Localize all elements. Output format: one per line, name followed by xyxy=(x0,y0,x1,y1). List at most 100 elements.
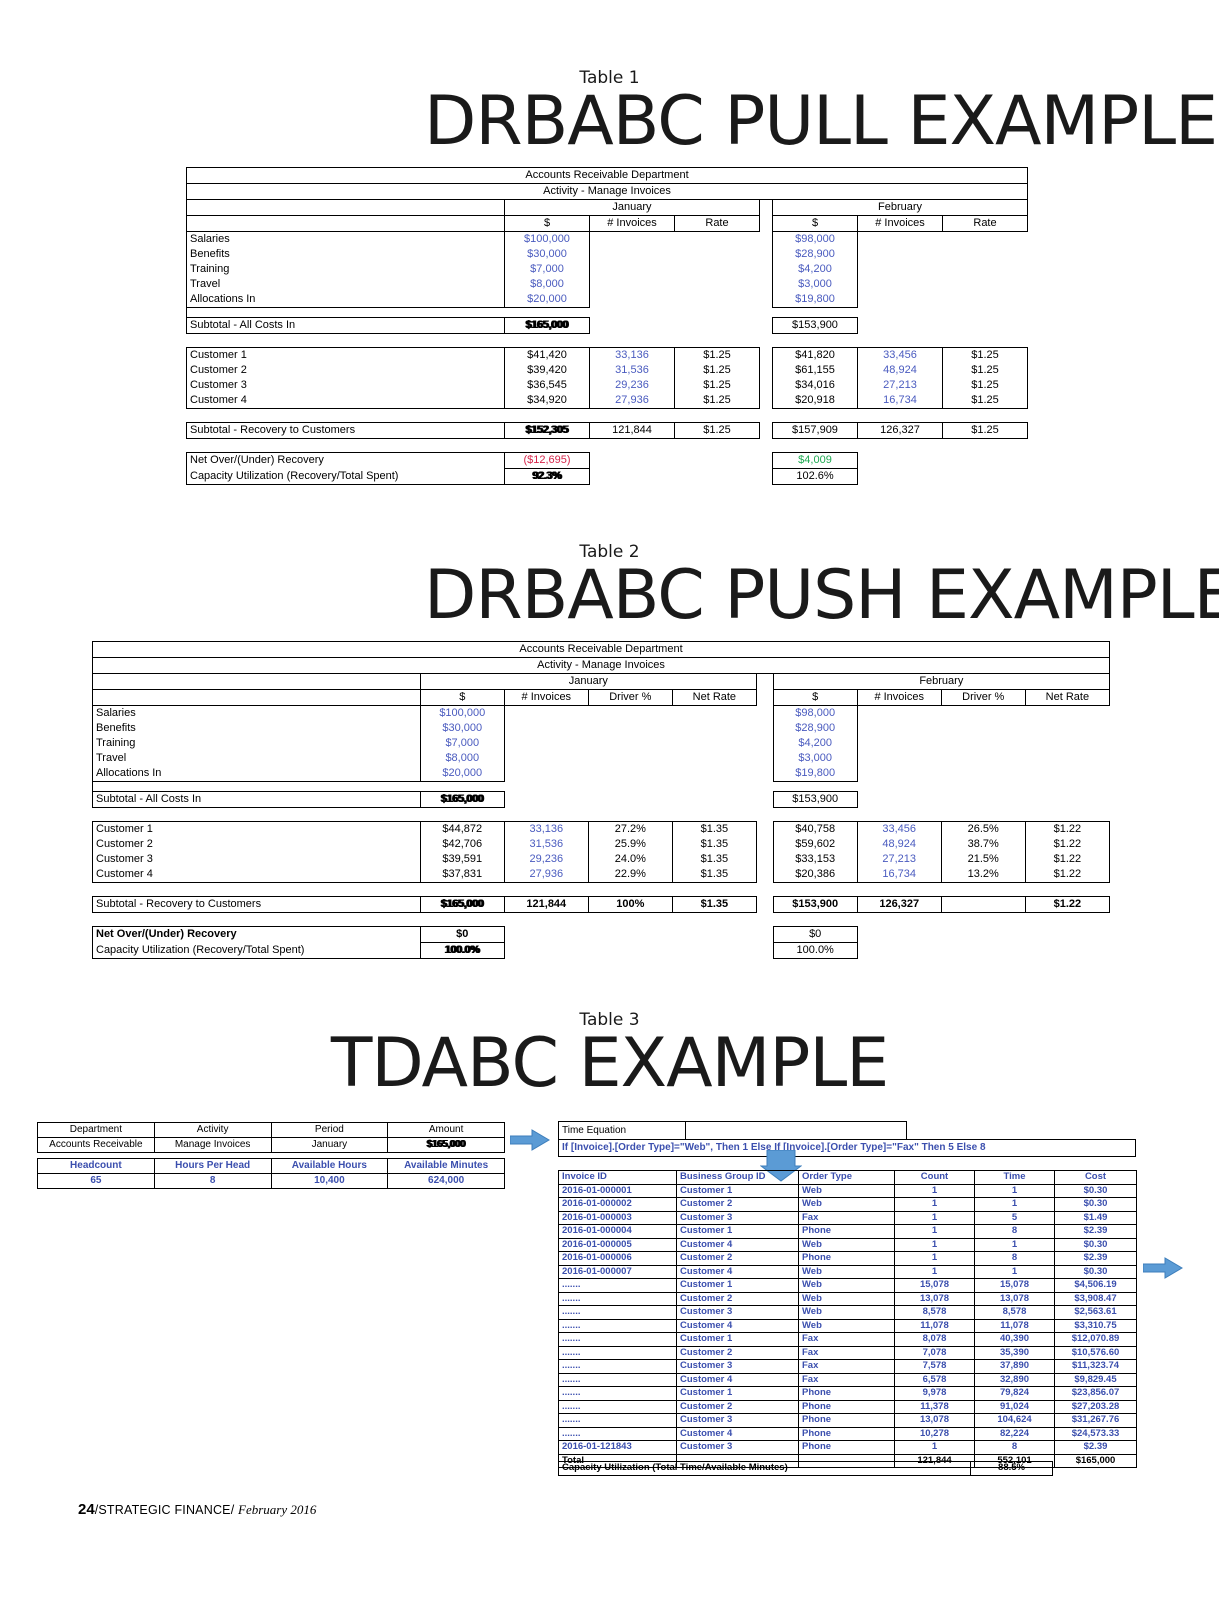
detail-cell: 11,378 xyxy=(894,1399,975,1414)
customer-row-label: Customer 1 xyxy=(92,821,421,837)
detail-cell: Fax xyxy=(798,1210,895,1225)
empty-cell xyxy=(858,232,943,248)
detail-cell: ....... xyxy=(558,1372,677,1387)
detail-cell: Customer 3 xyxy=(676,1305,799,1320)
table-row: January February xyxy=(186,199,1028,216)
gap-cell xyxy=(760,393,773,409)
detail-cell: 5 xyxy=(974,1210,1055,1225)
cust-jan-rate: $1.35 xyxy=(672,821,757,837)
gap-cell xyxy=(756,751,773,766)
detail-cell: 32,890 xyxy=(974,1372,1055,1387)
detail-cell: $27,203.28 xyxy=(1054,1399,1137,1414)
cost-row-label: Allocations In xyxy=(186,292,505,308)
empty-cell xyxy=(588,736,672,751)
cost-row-label: Salaries xyxy=(186,231,505,247)
empty-cell xyxy=(588,943,672,959)
detail-cell: ....... xyxy=(558,1386,677,1401)
table-row: ....... Customer 3 Fax 7,578 37,890 $11,323.7… xyxy=(558,1359,1137,1374)
spacer-cell xyxy=(504,782,588,792)
table-row: Activity - Manage Invoices xyxy=(186,183,1028,200)
detail-cell: Customer 1 xyxy=(676,1332,799,1347)
detail-cell: 1 xyxy=(974,1183,1055,1198)
subtotal-costs-jan: $165,000 xyxy=(419,791,505,808)
colhead-feb-0: $ xyxy=(772,215,858,232)
empty-cell xyxy=(675,292,760,308)
detail-cell: Phone xyxy=(798,1399,895,1414)
cost-feb-dollar: $98,000 xyxy=(772,705,858,721)
gap-cell xyxy=(760,423,773,439)
spacer-cell xyxy=(857,808,941,822)
detail-cell: 1 xyxy=(894,1264,975,1279)
cust-jan-dollar: $39,591 xyxy=(419,852,505,867)
empty-cell xyxy=(588,927,672,943)
spacer-cell xyxy=(943,308,1028,318)
detail-cell: $0.30 xyxy=(1054,1197,1137,1212)
subtotal-recovery-feb-dollar: $157,909 xyxy=(772,422,858,439)
detail-cell: Customer 4 xyxy=(676,1426,799,1441)
table3-title: TDABC EXAMPLE xyxy=(330,1024,889,1103)
detail-cell: $10,576.60 xyxy=(1054,1345,1137,1360)
empty-cell xyxy=(943,469,1028,485)
time-equation-blank-cell xyxy=(686,1121,907,1139)
spacer-cell xyxy=(857,883,941,897)
cust-jan-rate: $1.35 xyxy=(672,852,757,867)
spacer-cell xyxy=(858,308,943,318)
cust-feb-invoices: 48,924 xyxy=(857,837,942,852)
spacer-cell xyxy=(505,334,590,348)
empty-cell xyxy=(675,453,760,469)
cust-feb-invoices: 48,924 xyxy=(857,363,943,378)
spacer-cell xyxy=(672,808,756,822)
detail-cell: 15,078 xyxy=(974,1278,1055,1293)
empty-cell xyxy=(672,751,756,766)
detail-cell: $12,070.89 xyxy=(1054,1332,1137,1347)
detail-cell: 2016-01-000006 xyxy=(558,1251,677,1266)
spacer-cell xyxy=(187,409,505,423)
gap-cell xyxy=(760,318,773,334)
empty-cell xyxy=(1025,706,1109,722)
subtotal-recovery-feb-driver xyxy=(940,896,1026,913)
capacity-util-value: 88.5% xyxy=(970,1461,1053,1476)
cost-feb-dollar: $19,800 xyxy=(772,292,858,308)
empty-cell xyxy=(857,736,941,751)
empty-cell xyxy=(857,943,941,959)
detail-cell: $0.30 xyxy=(1054,1183,1137,1198)
table3-department-table: Department Activity Period Amount Accounts R… xyxy=(37,1122,505,1153)
empty-cell xyxy=(590,318,675,334)
net-recovery-feb: $0 xyxy=(772,926,858,943)
time-equation-label: Time Equation xyxy=(558,1121,686,1139)
detail-cell: $2,563.61 xyxy=(1054,1305,1137,1320)
detail-cell: Customer 2 xyxy=(676,1291,799,1306)
spacer-cell xyxy=(773,439,858,453)
detail-cell: ....... xyxy=(558,1413,677,1428)
gap-cell xyxy=(756,943,773,959)
spacer-cell xyxy=(941,883,1025,897)
table-row: $ # Invoices Rate $ # Invoices Rate xyxy=(186,215,1028,232)
empty-cell xyxy=(672,706,756,722)
cust-feb-driver: 21.5% xyxy=(941,852,1026,867)
cust-jan-invoices: 31,536 xyxy=(589,363,675,378)
table-row: Subtotal - All Costs In $165,000 $153,900 xyxy=(186,317,1028,334)
spacer-cell xyxy=(1025,808,1109,822)
spacer-cell xyxy=(504,883,588,897)
cust-jan-dollar: $34,920 xyxy=(504,393,590,409)
cost-row-label: Training xyxy=(186,262,505,277)
detail-cell: 1 xyxy=(974,1197,1055,1212)
cust-jan-rate: $1.25 xyxy=(674,363,760,378)
cust-jan-rate: $1.35 xyxy=(672,837,757,852)
net-recovery-feb: $4,009 xyxy=(772,452,858,469)
gap-cell xyxy=(760,277,773,292)
detail-cell: $11,323.74 xyxy=(1054,1359,1137,1374)
cust-jan-invoices: 27,936 xyxy=(504,867,589,883)
table-row: 65 8 10,400 624,000 xyxy=(37,1173,505,1189)
spacer-cell xyxy=(943,334,1028,348)
gap-cell xyxy=(756,867,773,883)
cust-feb-dollar: $40,758 xyxy=(772,821,858,837)
table-row: Customer 4 $34,920 27,936 $1.25 $20,918 16,73… xyxy=(186,393,1028,409)
gap-cell xyxy=(756,822,773,838)
detail-cell: 7,078 xyxy=(894,1345,975,1360)
cost-feb-dollar: $4,200 xyxy=(772,262,858,277)
mini-header: Hours Per Head xyxy=(153,1158,272,1174)
detail-cell: Fax xyxy=(798,1359,895,1374)
table-row: Travel $8,000 $3,000 xyxy=(92,751,1110,766)
detail-cell: 1 xyxy=(894,1197,975,1212)
